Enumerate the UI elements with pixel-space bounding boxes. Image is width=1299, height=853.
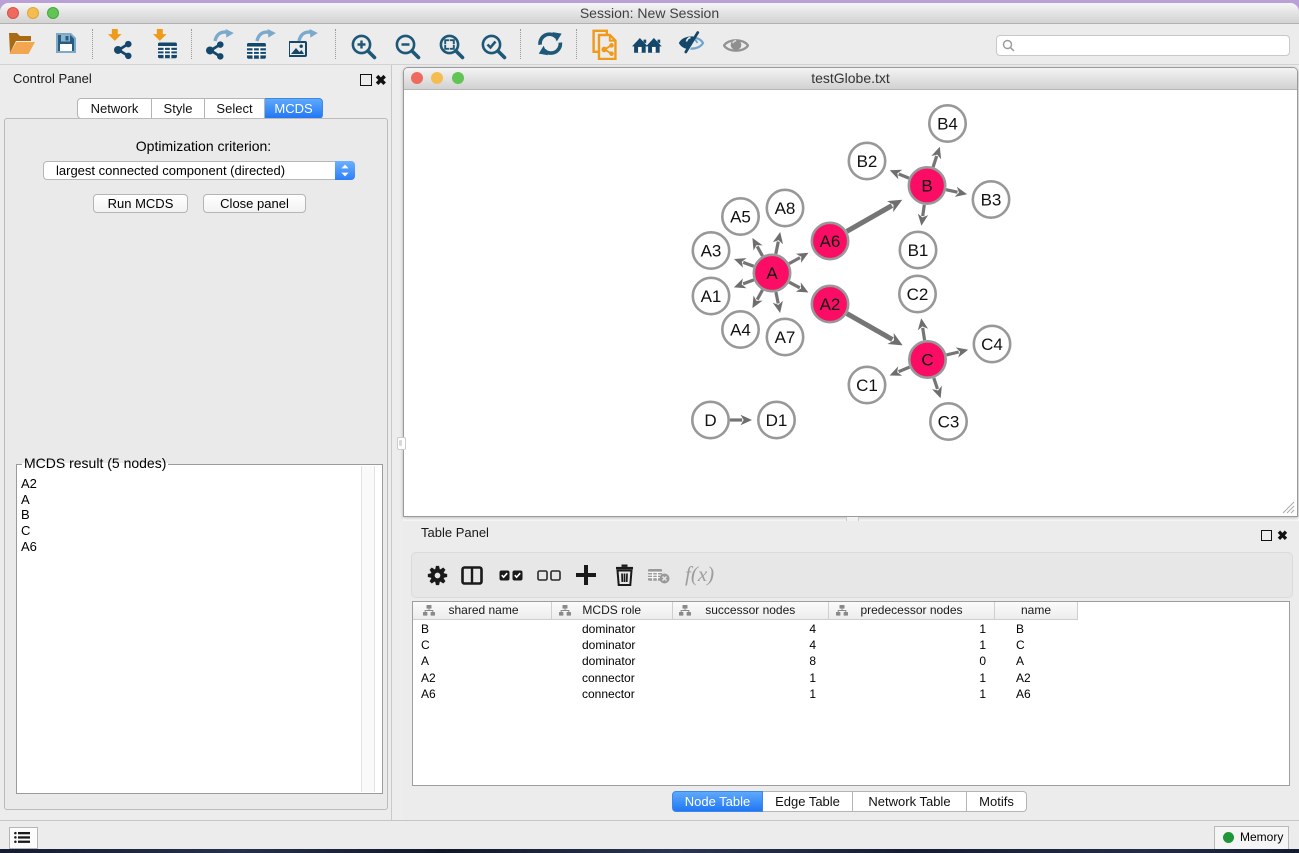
svg-text:A7: A7: [775, 328, 796, 347]
svg-text:A2: A2: [820, 295, 841, 314]
svg-text:A5: A5: [730, 208, 751, 227]
svg-text:C2: C2: [907, 285, 929, 304]
svg-text:A8: A8: [775, 199, 796, 218]
svg-text:C4: C4: [981, 335, 1003, 354]
svg-text:B4: B4: [937, 115, 958, 134]
svg-text:B3: B3: [981, 191, 1002, 210]
svg-text:B1: B1: [908, 241, 929, 260]
svg-text:C: C: [921, 351, 933, 370]
svg-text:A: A: [766, 264, 778, 283]
svg-text:B2: B2: [857, 152, 878, 171]
svg-text:C3: C3: [938, 413, 960, 432]
svg-text:A3: A3: [701, 242, 722, 261]
svg-text:A6: A6: [820, 232, 841, 251]
svg-text:C1: C1: [856, 376, 878, 395]
svg-text:D1: D1: [766, 411, 788, 430]
svg-text:A1: A1: [701, 287, 722, 306]
svg-text:A4: A4: [730, 321, 751, 340]
svg-text:D: D: [704, 411, 716, 430]
svg-text:B: B: [921, 177, 932, 196]
